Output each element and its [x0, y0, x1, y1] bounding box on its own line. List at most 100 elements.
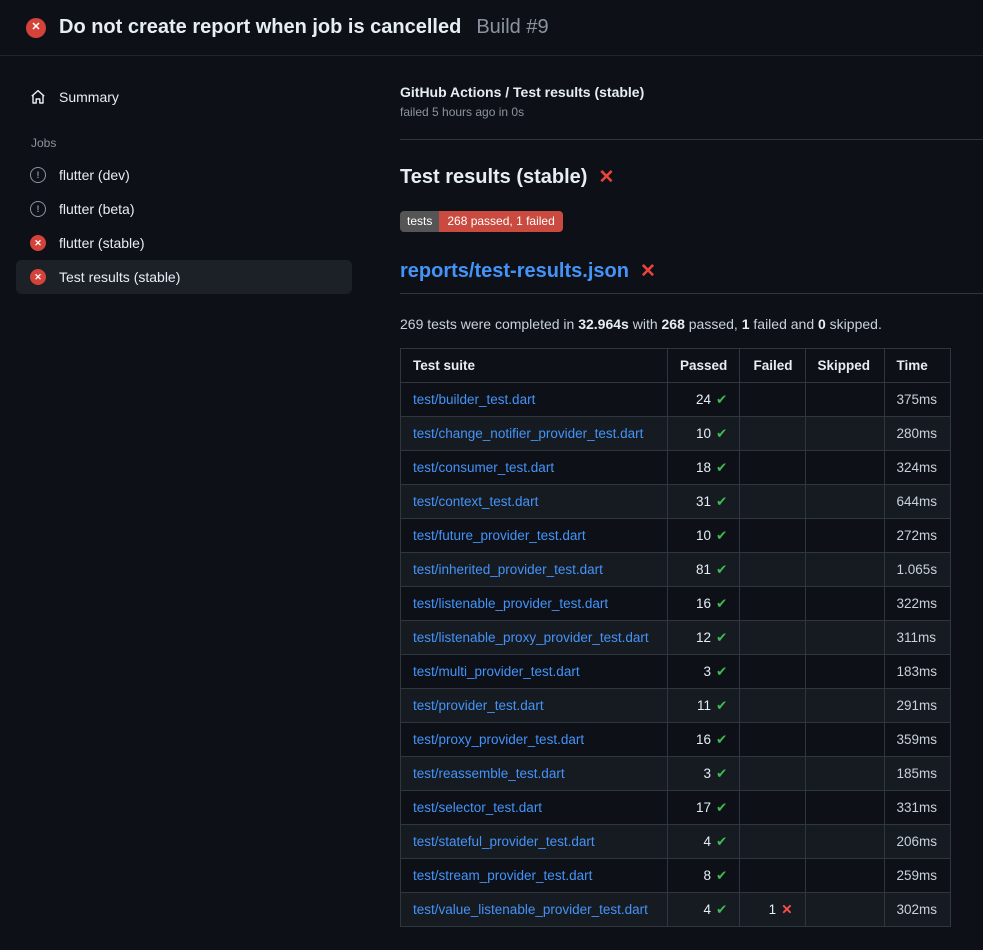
failed-x-icon: ✕: [598, 168, 614, 187]
passed-cell: 4✔: [667, 825, 739, 859]
summary-text: failed and: [750, 316, 819, 332]
run-status-line: failed 5 hours ago in 0s: [400, 105, 951, 119]
sidebar-item-summary[interactable]: Summary: [16, 80, 352, 114]
suite-cell: test/builder_test.dart: [401, 383, 668, 417]
jobs-list: ! flutter (dev) ! flutter (beta) ✕ flutt…: [16, 158, 352, 294]
passed-count: 4: [703, 834, 711, 849]
suite-cell: test/reassemble_test.dart: [401, 757, 668, 791]
passed-cell: 8✔: [667, 859, 739, 893]
sidebar-item-test-results-stable[interactable]: ✕ Test results (stable): [16, 260, 352, 294]
suite-link[interactable]: test/inherited_provider_test.dart: [413, 562, 603, 577]
test-results-table: Test suite Passed Failed Skipped Time te…: [400, 348, 951, 927]
job-label: Test results (stable): [59, 269, 180, 285]
suite-link[interactable]: test/value_listenable_provider_test.dart: [413, 902, 648, 917]
check-icon: ✔: [716, 528, 727, 543]
sidebar-summary-label: Summary: [59, 89, 119, 105]
suite-cell: test/consumer_test.dart: [401, 451, 668, 485]
passed-cell: 12✔: [667, 621, 739, 655]
failed-cell: [740, 587, 805, 621]
failed-x-icon: ✕: [640, 262, 656, 281]
check-icon: ✔: [716, 868, 727, 883]
suite-link[interactable]: test/selector_test.dart: [413, 800, 542, 815]
summary-duration: 32.964s: [578, 316, 629, 332]
suite-link[interactable]: test/reassemble_test.dart: [413, 766, 565, 781]
failed-cell: [740, 655, 805, 689]
time-cell: 359ms: [884, 723, 950, 757]
table-row: test/stream_provider_test.dart 8✔ 259ms: [401, 859, 951, 893]
skipped-cell: [805, 893, 884, 927]
failed-cell: [740, 825, 805, 859]
test-results-table-body: test/builder_test.dart 24✔ 375ms test/ch…: [401, 383, 951, 927]
check-icon: ✔: [716, 766, 727, 781]
suite-cell: test/context_test.dart: [401, 485, 668, 519]
jobs-section-label: Jobs: [31, 136, 352, 150]
suite-cell: test/listenable_proxy_provider_test.dart: [401, 621, 668, 655]
run-header: ✕ Do not create report when job is cance…: [0, 0, 983, 56]
passed-count: 8: [703, 868, 711, 883]
sidebar-item-flutter-beta[interactable]: ! flutter (beta): [16, 192, 352, 226]
summary-passed-count: 268: [662, 316, 685, 332]
suite-cell: test/future_provider_test.dart: [401, 519, 668, 553]
suite-cell: test/selector_test.dart: [401, 791, 668, 825]
results-summary-line: 269 tests were completed in 32.964s with…: [400, 316, 951, 332]
passed-count: 81: [696, 562, 711, 577]
table-row: test/listenable_proxy_provider_test.dart…: [401, 621, 951, 655]
suite-link[interactable]: test/listenable_proxy_provider_test.dart: [413, 630, 649, 645]
failed-cell: [740, 485, 805, 519]
suite-link[interactable]: test/consumer_test.dart: [413, 460, 554, 475]
job-cancelled-icon: !: [30, 201, 46, 217]
failed-cell: [740, 417, 805, 451]
suite-link[interactable]: test/provider_test.dart: [413, 698, 544, 713]
suite-link[interactable]: test/stream_provider_test.dart: [413, 868, 592, 883]
suite-link[interactable]: test/context_test.dart: [413, 494, 538, 509]
table-header-row: Test suite Passed Failed Skipped Time: [401, 349, 951, 383]
check-icon: ✔: [716, 732, 727, 747]
passed-count: 31: [696, 494, 711, 509]
skipped-cell: [805, 825, 884, 859]
suite-link[interactable]: test/proxy_provider_test.dart: [413, 732, 584, 747]
report-heading-wrap: reports/test-results.json ✕: [400, 260, 983, 294]
failed-cell: [740, 791, 805, 825]
table-row: test/provider_test.dart 11✔ 291ms: [401, 689, 951, 723]
badge-label: tests: [400, 211, 439, 232]
passed-cell: 10✔: [667, 519, 739, 553]
suite-link[interactable]: test/stateful_provider_test.dart: [413, 834, 595, 849]
skipped-cell: [805, 757, 884, 791]
failed-cell: [740, 689, 805, 723]
time-cell: 324ms: [884, 451, 950, 485]
badge-value: 268 passed, 1 failed: [439, 211, 562, 232]
col-passed: Passed: [667, 349, 739, 383]
skipped-cell: [805, 723, 884, 757]
col-failed: Failed: [740, 349, 805, 383]
suite-link[interactable]: test/change_notifier_provider_test.dart: [413, 426, 643, 441]
job-label: flutter (beta): [59, 201, 134, 217]
breadcrumb: GitHub Actions / Test results (stable): [400, 84, 951, 100]
failed-cell: [740, 859, 805, 893]
suite-cell: test/inherited_provider_test.dart: [401, 553, 668, 587]
col-skipped: Skipped: [805, 349, 884, 383]
tests-status-badge: tests 268 passed, 1 failed: [400, 211, 563, 232]
table-row: test/multi_provider_test.dart 3✔ 183ms: [401, 655, 951, 689]
failed-cell: [740, 723, 805, 757]
check-icon: ✔: [716, 834, 727, 849]
summary-text: passed,: [685, 316, 742, 332]
passed-count: 16: [696, 732, 711, 747]
failed-count: 1: [769, 902, 777, 917]
passed-count: 16: [696, 596, 711, 611]
suite-link[interactable]: test/listenable_provider_test.dart: [413, 596, 608, 611]
failed-cell: [740, 451, 805, 485]
suite-link[interactable]: test/multi_provider_test.dart: [413, 664, 580, 679]
report-file-link[interactable]: reports/test-results.json: [400, 260, 629, 283]
time-cell: 206ms: [884, 825, 950, 859]
skipped-cell: [805, 383, 884, 417]
job-failed-icon: ✕: [30, 269, 46, 285]
passed-count: 18: [696, 460, 711, 475]
sidebar-item-flutter-dev[interactable]: ! flutter (dev): [16, 158, 352, 192]
suite-link[interactable]: test/future_provider_test.dart: [413, 528, 586, 543]
sidebar-item-flutter-stable[interactable]: ✕ flutter (stable): [16, 226, 352, 260]
build-number: Build #9: [476, 16, 548, 39]
suite-link[interactable]: test/builder_test.dart: [413, 392, 535, 407]
suite-cell: test/change_notifier_provider_test.dart: [401, 417, 668, 451]
passed-count: 10: [696, 426, 711, 441]
workflow-run-page: ✕ Do not create report when job is cance…: [0, 0, 983, 950]
